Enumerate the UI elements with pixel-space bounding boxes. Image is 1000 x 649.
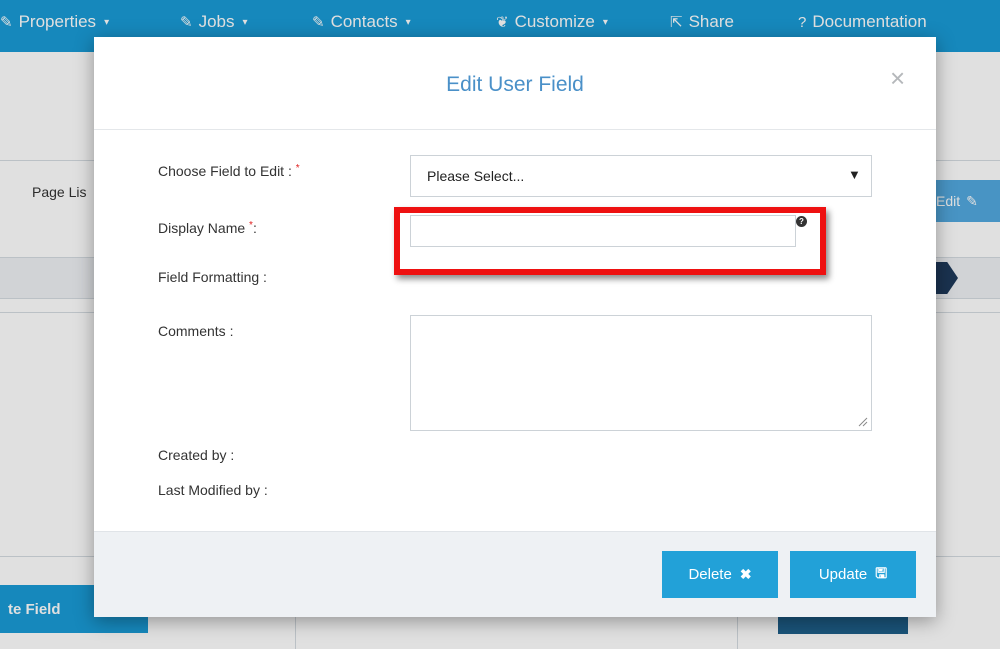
created-by-label: Created by : xyxy=(158,447,235,463)
close-x-icon: ✖ xyxy=(739,566,752,582)
delete-button[interactable]: Delete ✖ xyxy=(662,551,778,598)
last-modified-by-label: Last Modified by : xyxy=(158,482,268,498)
choose-field-label-text: Choose Field to Edit : xyxy=(158,163,292,179)
save-floppy-icon: 🖫 xyxy=(875,564,888,581)
choose-field-select[interactable]: Please Select... xyxy=(410,155,872,197)
update-button[interactable]: Update 🖫 xyxy=(790,551,916,598)
display-name-label-suffix: : xyxy=(252,220,257,236)
delete-button-label: Delete xyxy=(688,566,732,583)
dropdown-caret-icon[interactable]: ▼ xyxy=(848,167,861,182)
display-name-input[interactable] xyxy=(410,215,796,247)
field-formatting-label: Field Formatting : xyxy=(158,269,267,285)
update-button-label: Update xyxy=(818,566,868,583)
choose-field-label: Choose Field to Edit : * xyxy=(158,163,300,179)
comments-label: Comments : xyxy=(158,323,234,339)
modal-title: Edit User Field xyxy=(446,73,584,96)
resize-grip-icon[interactable] xyxy=(858,417,868,427)
close-icon[interactable]: × xyxy=(890,63,905,94)
modal-header: Edit User Field × xyxy=(94,37,936,130)
question-circle-icon[interactable]: ? xyxy=(796,216,807,227)
required-marker: * xyxy=(295,163,300,174)
edit-user-field-modal: Edit User Field × Choose Field to Edit :… xyxy=(94,37,936,617)
display-name-label: Display Name *: xyxy=(158,220,257,236)
display-name-label-text: Display Name xyxy=(158,220,246,236)
choose-field-select-value: Please Select... xyxy=(427,168,525,184)
comments-textarea[interactable] xyxy=(410,315,872,431)
